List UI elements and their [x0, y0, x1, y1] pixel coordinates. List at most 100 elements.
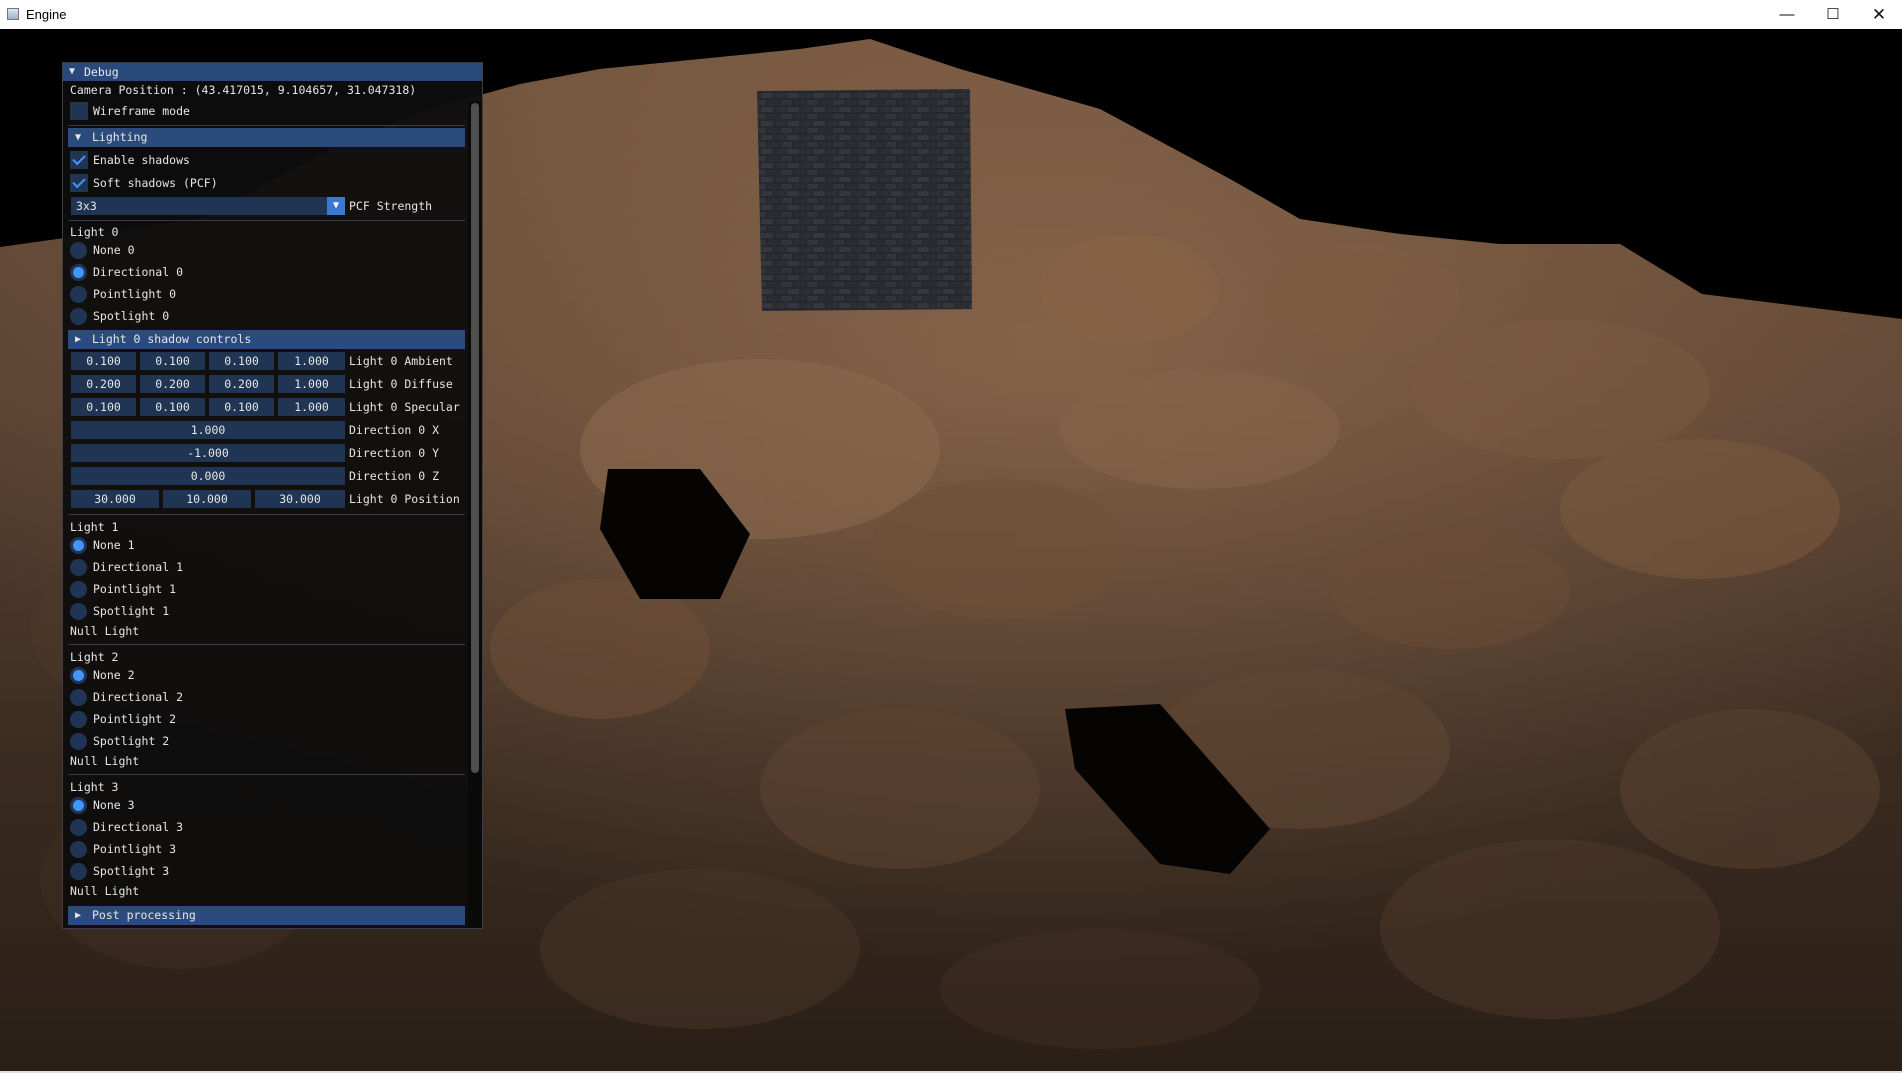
light3-option-directional: Directional 3: [93, 820, 184, 834]
ambient-b-field[interactable]: 0.100: [209, 352, 274, 370]
maximize-button[interactable]: ☐: [1810, 0, 1856, 29]
specular-label: Light 0 Specular: [349, 400, 460, 414]
light0-option-spotlight: Spotlight 0: [93, 309, 170, 323]
ambient-a-field[interactable]: 1.000: [278, 352, 345, 370]
separator: [68, 220, 465, 221]
direction-x-label: Direction 0 X: [349, 423, 440, 437]
light0-title: Light 0: [70, 225, 119, 239]
debug-window[interactable]: ▼ Debug Camera Position : (43.417015, 9.…: [62, 62, 483, 929]
radio-selected-dot: [73, 670, 84, 681]
light3-radio-spotlight[interactable]: [70, 863, 87, 880]
separator: [68, 514, 465, 515]
collapsed-arrow-icon: ▶: [75, 910, 82, 921]
radio-selected-dot: [73, 800, 84, 811]
light1-option-spotlight: Spotlight 1: [93, 604, 170, 618]
light1-radio-directional[interactable]: [70, 559, 87, 576]
light3-radio-pointlight[interactable]: [70, 841, 87, 858]
dropdown-arrow-icon[interactable]: ▼: [327, 197, 345, 215]
debug-title: Debug: [84, 65, 119, 79]
close-button[interactable]: ✕: [1856, 0, 1902, 29]
light0-radio-none[interactable]: [70, 242, 87, 259]
light1-radio-none[interactable]: [70, 537, 87, 554]
pcf-value: 3x3: [76, 199, 97, 213]
light2-title: Light 2: [70, 650, 119, 664]
scrollbar-grab[interactable]: [471, 103, 479, 773]
separator: [68, 125, 465, 126]
app-icon: [7, 8, 19, 20]
light3-radio-directional[interactable]: [70, 819, 87, 836]
direction-y-label: Direction 0 Y: [349, 446, 440, 460]
enable-shadows-checkbox[interactable]: [70, 151, 88, 169]
post-processing-header[interactable]: ▶ Post processing: [68, 906, 465, 925]
checkmark-icon: [72, 151, 86, 166]
specular-b-field[interactable]: 0.100: [209, 398, 274, 416]
direction-y-field[interactable]: -1.000: [71, 444, 345, 462]
soft-shadows-label: Soft shadows (PCF): [93, 176, 218, 190]
window-titlebar: Engine — ☐ ✕: [0, 0, 1902, 29]
light3-radio-none[interactable]: [70, 797, 87, 814]
light2-radio-directional[interactable]: [70, 689, 87, 706]
separator: [68, 774, 465, 775]
lighting-header-label: Lighting: [92, 130, 148, 144]
position-z-field[interactable]: 30.000: [255, 490, 345, 508]
diffuse-a-field[interactable]: 1.000: [278, 375, 345, 393]
specular-a-field[interactable]: 1.000: [278, 398, 345, 416]
light2-radio-none[interactable]: [70, 667, 87, 684]
collapsed-arrow-icon: ▶: [75, 334, 82, 345]
light2-radio-pointlight[interactable]: [70, 711, 87, 728]
position-label: Light 0 Position: [349, 492, 460, 506]
ambient-g-field[interactable]: 0.100: [140, 352, 205, 370]
position-x-field[interactable]: 30.000: [71, 490, 159, 508]
light0-shadow-controls-header[interactable]: ▶ Light 0 shadow controls: [68, 330, 465, 349]
diffuse-r-field[interactable]: 0.200: [71, 375, 136, 393]
light2-option-none: None 2: [93, 668, 135, 682]
debug-title-bar[interactable]: ▼ Debug: [63, 63, 482, 81]
collapse-arrow-icon[interactable]: ▼: [69, 63, 75, 81]
direction-z-field[interactable]: 0.000: [71, 467, 345, 485]
ambient-r-field[interactable]: 0.100: [71, 352, 136, 370]
expanded-arrow-icon: ▼: [75, 132, 82, 143]
radio-selected-dot: [73, 540, 84, 551]
diffuse-g-field[interactable]: 0.200: [140, 375, 205, 393]
position-y-field[interactable]: 10.000: [163, 490, 251, 508]
direction-z-label: Direction 0 Z: [349, 469, 440, 483]
direction-x-field[interactable]: 1.000: [71, 421, 345, 439]
window-title: Engine: [26, 7, 67, 22]
light0-radio-directional[interactable]: [70, 264, 87, 281]
light2-option-pointlight: Pointlight 2: [93, 712, 177, 726]
soft-shadows-checkbox[interactable]: [70, 174, 88, 192]
light3-option-none: None 3: [93, 798, 135, 812]
pcf-strength-label: PCF Strength: [349, 199, 433, 213]
light0-radio-pointlight[interactable]: [70, 286, 87, 303]
light1-radio-spotlight[interactable]: [70, 603, 87, 620]
light2-radio-spotlight[interactable]: [70, 733, 87, 750]
light0-option-directional: Directional 0: [93, 265, 184, 279]
light3-option-spotlight: Spotlight 3: [93, 864, 170, 878]
wireframe-checkbox[interactable]: [70, 102, 88, 120]
light1-radio-pointlight[interactable]: [70, 581, 87, 598]
light0-radio-spotlight[interactable]: [70, 308, 87, 325]
debug-scrollbar[interactable]: [468, 101, 482, 928]
specular-r-field[interactable]: 0.100: [71, 398, 136, 416]
light0-option-none: None 0: [93, 243, 135, 257]
light3-title: Light 3: [70, 780, 119, 794]
camera-position-text: Camera Position : (43.417015, 9.104657, …: [70, 83, 417, 97]
light1-option-pointlight: Pointlight 1: [93, 582, 177, 596]
light1-option-directional: Directional 1: [93, 560, 184, 574]
specular-g-field[interactable]: 0.100: [140, 398, 205, 416]
light3-option-pointlight: Pointlight 3: [93, 842, 177, 856]
wireframe-label: Wireframe mode: [93, 104, 190, 118]
radio-selected-dot: [73, 267, 84, 278]
pcf-strength-combo[interactable]: 3x3 ▼: [71, 197, 345, 215]
light2-status: Null Light: [70, 754, 140, 768]
light1-option-none: None 1: [93, 538, 135, 552]
separator: [68, 644, 465, 645]
ambient-label: Light 0 Ambient: [349, 354, 453, 368]
light2-option-spotlight: Spotlight 2: [93, 734, 170, 748]
light3-status: Null Light: [70, 884, 140, 898]
post-processing-label: Post processing: [92, 908, 196, 922]
lighting-header[interactable]: ▼ Lighting: [68, 128, 465, 147]
light2-option-directional: Directional 2: [93, 690, 184, 704]
diffuse-b-field[interactable]: 0.200: [209, 375, 274, 393]
minimize-button[interactable]: —: [1764, 0, 1810, 29]
